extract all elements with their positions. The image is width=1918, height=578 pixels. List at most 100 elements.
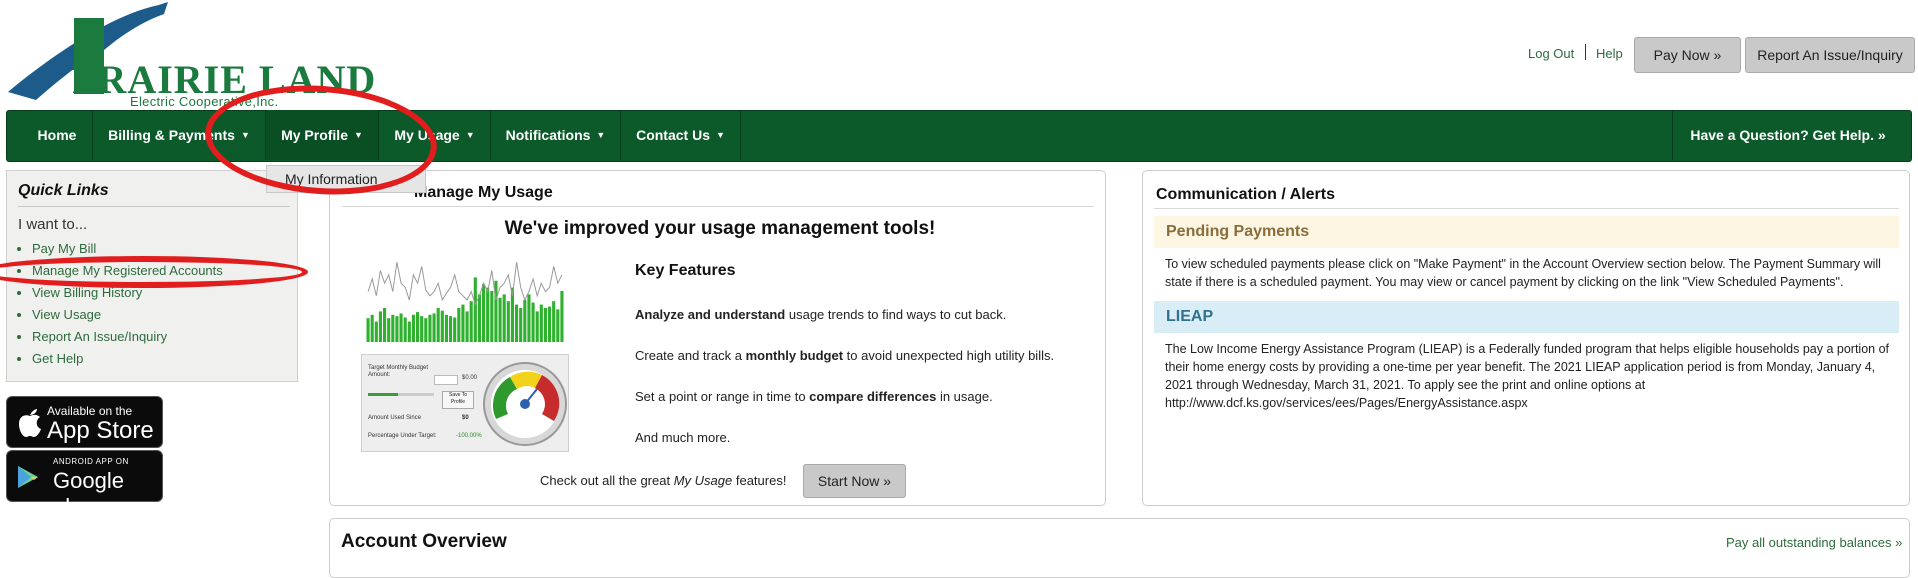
thumb-usage-bar [498, 297, 502, 342]
thumb-usage-bar [440, 310, 444, 342]
pay-all-balances-link[interactable]: Pay all outstanding balances » [1726, 535, 1902, 550]
thumb-usage-bar [535, 311, 539, 342]
apple-icon [19, 409, 41, 437]
lieap-header: LIEAP [1154, 301, 1899, 333]
thumb-usage-bar [387, 318, 391, 342]
nav-my-usage[interactable]: My Usage ▼ [379, 110, 491, 160]
nav-notifications[interactable]: Notifications ▼ [491, 110, 621, 160]
cta-post: features! [732, 473, 787, 488]
account-overview-panel [329, 518, 1910, 578]
google-play-big-text: Google play [53, 468, 124, 519]
quick-link-label[interactable]: View Billing History [32, 285, 142, 300]
cta-pre: Check out all the great [540, 473, 674, 488]
feature-more: And much more. [635, 430, 731, 445]
feature-bold: Analyze and understand [635, 307, 786, 322]
thumb-usage-bar [366, 318, 370, 342]
header-divider [1585, 44, 1586, 60]
start-now-button[interactable]: Start Now » [803, 464, 906, 498]
quick-link-label[interactable]: View Usage [32, 307, 101, 322]
nav-billing-label: Billing & Payments [108, 127, 235, 143]
nav-home[interactable]: Home [22, 110, 93, 160]
thumb-usage-bar [432, 313, 436, 342]
usage-chart-thumbnail [360, 250, 570, 348]
quick-links-intro: I want to... [18, 216, 88, 233]
alerts-panel-title: Communication / Alerts [1156, 186, 1335, 203]
app-store-big-text: App Store [47, 417, 154, 444]
nav-usage-label: My Usage [394, 127, 460, 143]
thumb-usage-bar [403, 317, 407, 342]
thumb-usage-bar [515, 304, 519, 342]
google-play-small-text: ANDROID APP ON [53, 457, 129, 466]
thumb-usage-bar [556, 309, 560, 342]
gauge-icon [483, 362, 567, 446]
thumb-usage-bar [486, 287, 490, 342]
thumb-target-label: Target Monthly Budget Amount: [368, 365, 429, 378]
caret-down-icon: ▼ [715, 130, 725, 140]
quick-link-label[interactable]: Manage My Registered Accounts [32, 263, 223, 278]
quick-links-divider [18, 206, 290, 207]
thumb-slider-fill [368, 393, 398, 396]
thumb-usage-bar [420, 316, 424, 342]
thumb-usage-bar [519, 308, 523, 342]
quick-link-report-issue[interactable]: Report An Issue/Inquiry [32, 326, 223, 348]
thumb-usage-bar [407, 321, 411, 342]
thumb-usage-bar [477, 294, 481, 342]
nav-home-label: Home [37, 127, 77, 143]
nav-get-help-cta[interactable]: Have a Question? Get Help. » [1672, 110, 1903, 160]
thumb-pct-value: -100.00% [456, 433, 482, 439]
nav-notifications-label: Notifications [505, 127, 591, 143]
help-link[interactable]: Help [1596, 46, 1623, 61]
quick-link-pay-bill[interactable]: Pay My Bill [32, 238, 223, 260]
thumb-val1: $0 [462, 415, 469, 421]
usage-cta-text: Check out all the great My Usage feature… [540, 473, 786, 488]
feature-text: Create and track a [635, 348, 746, 363]
usage-panel-divider [342, 206, 1094, 207]
thumb-usage-bar [444, 314, 448, 342]
quick-link-get-help[interactable]: Get Help [32, 348, 223, 370]
quick-link-label[interactable]: Pay My Bill [32, 241, 96, 256]
nav-billing-payments[interactable]: Billing & Payments ▼ [93, 110, 266, 160]
thumb-usage-bar [552, 301, 556, 342]
quick-link-manage-accounts[interactable]: Manage My Registered Accounts [32, 260, 223, 282]
quick-link-view-usage[interactable]: View Usage [32, 304, 223, 326]
usage-bar-line-chart [360, 250, 570, 348]
alerts-panel-divider [1154, 208, 1899, 209]
thumb-save-button: Save To Profile [442, 391, 474, 409]
thumb-val2: $0.00 [462, 375, 478, 381]
my-profile-dropdown-item[interactable]: My Information [266, 165, 426, 193]
feature-compare: Set a point or range in time to compare … [635, 389, 993, 404]
account-overview-title: Account Overview [341, 531, 507, 552]
thumb-usage-bar [527, 294, 531, 342]
nav-contact-us[interactable]: Contact Us ▼ [621, 110, 741, 160]
quick-link-label[interactable]: Report An Issue/Inquiry [32, 329, 167, 344]
quick-links-list: Pay My Bill Manage My Registered Account… [18, 238, 223, 370]
quick-link-billing-history[interactable]: View Billing History [32, 282, 223, 304]
thumb-usage-bar [399, 313, 403, 342]
usage-panel-title: Manage My Usage [414, 184, 553, 201]
thumb-usage-bar [482, 284, 486, 342]
thumb-input [434, 375, 458, 385]
feature-bold: monthly budget [745, 348, 844, 363]
google-play-badge[interactable]: ANDROID APP ON Google play [6, 450, 163, 519]
report-issue-button[interactable]: Report An Issue/Inquiry [1745, 37, 1915, 73]
pay-now-button[interactable]: Pay Now » [1634, 37, 1741, 73]
quick-link-label[interactable]: Get Help [32, 351, 83, 366]
thumb-usage-bar [395, 316, 399, 342]
thumb-usage-bar [453, 317, 457, 342]
nav-help-cta-label: Have a Question? Get Help. » [1690, 127, 1886, 143]
app-store-badge[interactable]: Available on the App Store [6, 396, 163, 448]
feature-bold: compare differences [809, 389, 937, 404]
nav-contact-label: Contact Us [636, 127, 710, 143]
feature-text: in usage. [936, 389, 993, 404]
logo-subtitle: Electric Cooperative,Inc. [130, 94, 279, 109]
thumb-usage-bar [411, 314, 415, 342]
logout-link[interactable]: Log Out [1528, 46, 1574, 61]
app-store-small-text: Available on the [47, 404, 133, 418]
caret-down-icon: ▼ [240, 130, 250, 140]
feature-budget: Create and track a monthly budget to avo… [635, 348, 1054, 363]
thumb-usage-bar [490, 291, 494, 342]
thumb-usage-bar [461, 304, 465, 342]
feature-analyze: Analyze and understand usage trends to f… [635, 307, 1006, 322]
feature-text: to avoid unexpected high utility bills. [843, 348, 1055, 363]
nav-my-profile[interactable]: My Profile ▼ [266, 110, 379, 160]
